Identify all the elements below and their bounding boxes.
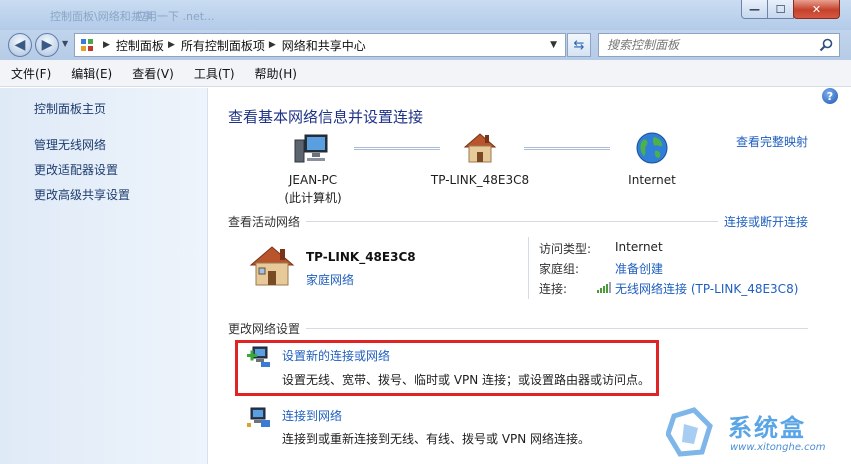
node-internet-name: Internet bbox=[628, 173, 676, 187]
sidebar-item-manage-wireless[interactable]: 管理无线网络 bbox=[34, 136, 106, 153]
connect-network-desc: 连接到或重新连接到无线、有线、拨号或 VPN 网络连接。 bbox=[282, 432, 591, 446]
node-router-name: TP-LINK_48E3C8 bbox=[430, 173, 530, 187]
connection-line bbox=[524, 147, 610, 150]
view-full-map-link[interactable]: 查看完整映射 bbox=[736, 133, 808, 150]
back-button[interactable]: ◀ bbox=[8, 33, 32, 57]
arrow-right-icon: ▶ bbox=[41, 37, 53, 53]
page-title: 查看基本网络信息并设置连接 bbox=[228, 108, 424, 126]
chevron-down-icon[interactable]: ▼ bbox=[550, 40, 557, 50]
menu-bar: 文件(F) 编辑(E) 查看(V) 工具(T) 帮助(H) bbox=[0, 60, 851, 87]
setup-connection-link[interactable]: 设置新的连接或网络 bbox=[282, 347, 390, 364]
breadcrumb-separator[interactable]: ▶ bbox=[168, 40, 175, 50]
network-type-link[interactable]: 家庭网络 bbox=[306, 271, 354, 288]
breadcrumb-all-items[interactable]: 所有控制面板项 bbox=[181, 37, 265, 54]
menu-file[interactable]: 文件(F) bbox=[8, 63, 54, 84]
menu-tools[interactable]: 工具(T) bbox=[191, 63, 238, 84]
search-input[interactable] bbox=[599, 34, 804, 56]
control-panel-icon bbox=[75, 34, 99, 56]
wireless-connection-link[interactable]: 无线网络连接 (TP-LINK_48E3C8) bbox=[615, 280, 798, 297]
menu-edit[interactable]: 编辑(E) bbox=[68, 63, 115, 84]
homegroup-label: 家庭组: bbox=[539, 262, 580, 276]
breadcrumb-control-panel[interactable]: 控制面板 bbox=[116, 37, 164, 54]
section-divider bbox=[306, 221, 718, 222]
node-computer-sub: (此计算机) bbox=[284, 191, 342, 205]
connect-network-icon bbox=[247, 407, 270, 427]
close-button[interactable]: ✕ bbox=[793, 0, 840, 19]
connection-line bbox=[354, 147, 440, 150]
wifi-signal-icon bbox=[597, 282, 611, 293]
arrow-left-icon: ◀ bbox=[14, 37, 26, 53]
maximize-button[interactable]: ☐ bbox=[767, 0, 794, 19]
access-type-label: 访问类型: bbox=[539, 242, 592, 256]
minimize-button[interactable]: — bbox=[741, 0, 768, 19]
sidebar-item-advanced-sharing[interactable]: 更改高级共享设置 bbox=[34, 186, 130, 203]
watermark-url: www.xitonghe.com bbox=[730, 442, 826, 453]
help-icon[interactable]: ? bbox=[822, 88, 838, 104]
address-bar[interactable]: ▶ 控制面板 ▶ 所有控制面板项 ▶ 网络和共享中心 ▼ bbox=[74, 33, 566, 57]
menu-view[interactable]: 查看(V) bbox=[129, 63, 177, 84]
sidebar-item-home[interactable]: 控制面板主页 bbox=[34, 100, 106, 117]
homegroup-link[interactable]: 准备创建 bbox=[615, 260, 663, 277]
navigation-bar: ◀ ▶ ▼ ▶ 控制面板 ▶ 所有控制面板项 ▶ 网络和共享中心 ▼ ⇆ bbox=[0, 30, 851, 60]
access-type-value: Internet bbox=[615, 240, 663, 254]
connect-disconnect-link[interactable]: 连接或断开连接 bbox=[724, 213, 808, 230]
vertical-divider bbox=[528, 237, 529, 299]
home-network-icon bbox=[249, 246, 295, 286]
search-icon[interactable] bbox=[819, 38, 833, 52]
menu-help[interactable]: 帮助(H) bbox=[252, 63, 300, 84]
network-name: TP-LINK_48E3C8 bbox=[306, 250, 416, 264]
refresh-icon: ⇆ bbox=[573, 37, 585, 53]
section-divider bbox=[306, 328, 808, 329]
forward-button[interactable]: ▶ bbox=[35, 33, 59, 57]
setup-connection-desc: 设置无线、宽带、拨号、临时或 VPN 连接；或设置路由器或访问点。 bbox=[282, 373, 651, 387]
node-computer-name: JEAN-PC bbox=[288, 173, 338, 187]
recent-pages-dropdown[interactable]: ▼ bbox=[62, 39, 68, 48]
breadcrumb-separator[interactable]: ▶ bbox=[103, 40, 110, 50]
sidebar-item-adapter-settings[interactable]: 更改适配器设置 bbox=[34, 161, 118, 178]
refresh-button[interactable]: ⇆ bbox=[567, 33, 591, 57]
background-window-title-2: 应用一下 .net... bbox=[135, 10, 215, 23]
computer-icon bbox=[294, 134, 328, 163]
connection-label: 连接: bbox=[539, 282, 568, 296]
house-icon bbox=[463, 133, 497, 163]
search-box bbox=[598, 33, 840, 57]
change-settings-heading: 更改网络设置 bbox=[228, 322, 301, 336]
sidebar: 控制面板主页 管理无线网络 更改适配器设置 更改高级共享设置 bbox=[0, 88, 208, 464]
connect-network-link[interactable]: 连接到网络 bbox=[282, 407, 342, 424]
new-connection-icon bbox=[247, 346, 270, 367]
globe-icon bbox=[636, 132, 668, 164]
breadcrumb-network-center[interactable]: 网络和共享中心 bbox=[282, 37, 366, 54]
active-network-heading: 查看活动网络 bbox=[228, 215, 301, 229]
title-bar: 控制面板\网络和共享 应用一下 .net... — ☐ ✕ bbox=[0, 0, 851, 30]
breadcrumb-separator[interactable]: ▶ bbox=[269, 40, 276, 50]
watermark-text: 系统盒 bbox=[728, 414, 806, 442]
